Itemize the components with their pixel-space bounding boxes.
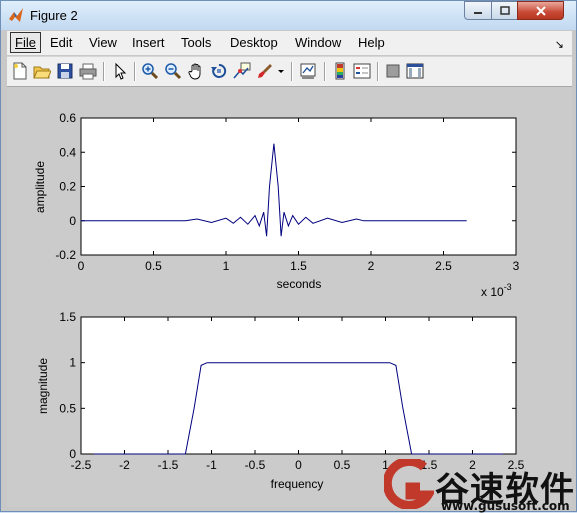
menu-insert[interactable]: Insert: [132, 35, 165, 50]
colorbar-icon[interactable]: [331, 62, 349, 80]
brush-icon[interactable]: [256, 62, 274, 80]
x-exponent-base: x 10: [481, 285, 504, 299]
plots-svg: 0 0.5 1 1.5 2 2.5 3-0.200.20.40.6 seconds ampl…: [33, 111, 525, 491]
menu-window[interactable]: Window: [295, 35, 341, 50]
x-tick-label: 2: [368, 259, 375, 273]
y-tick-label: 1.5: [59, 310, 76, 324]
y-tick-label: 0.5: [59, 401, 76, 415]
watermark-url: www.gususoft.com: [441, 499, 570, 513]
edit-plot-arrow-icon[interactable]: [111, 62, 129, 80]
brush-dropdown-icon[interactable]: [277, 62, 285, 80]
hide-plot-tools-icon[interactable]: [384, 62, 402, 80]
rotate-3d-icon[interactable]: [210, 62, 228, 80]
y-tick-label: 0: [69, 447, 76, 461]
x-tick-label: 3: [513, 259, 520, 273]
zoom-in-icon[interactable]: [141, 62, 159, 80]
menu-edit[interactable]: Edit: [50, 35, 72, 50]
x-tick-label: 0: [78, 259, 85, 273]
new-figure-icon[interactable]: [11, 62, 29, 80]
toolbar-separator: [324, 62, 326, 81]
y-tick-label: 0.2: [59, 180, 76, 194]
y-tick-label: 0.6: [59, 111, 76, 125]
menu-bar: File Edit View Insert Tools Desktop Wind…: [7, 31, 572, 55]
toolbar-separator: [291, 62, 293, 81]
x-tick-label: -1: [206, 458, 217, 472]
ylabel-bottom: magnitude: [36, 358, 50, 414]
title-bar[interactable]: Figure 2: [1, 1, 576, 30]
matlab-logo-icon: [9, 8, 23, 22]
x-tick-label: -1.5: [158, 458, 179, 472]
menu-view[interactable]: View: [89, 35, 117, 50]
y-tick-label: 1: [69, 356, 76, 370]
x-exponent-label: x 10-3: [481, 282, 512, 299]
x-tick-label: -0.5: [245, 458, 266, 472]
x-tick-label: 1: [223, 259, 230, 273]
open-file-icon[interactable]: [33, 62, 51, 80]
x-tick-label: 0: [295, 458, 302, 472]
toolbar-separator: [377, 62, 379, 81]
xlabel-top: seconds: [277, 277, 322, 291]
maximize-icon: [499, 6, 510, 15]
link-plot-icon[interactable]: [299, 62, 317, 80]
figure-window: Figure 2 File Edit View Insert Tools Des…: [0, 0, 577, 513]
show-plot-tools-icon[interactable]: [406, 62, 424, 80]
ylabel-top: amplitude: [33, 161, 47, 213]
figure-canvas: 0 0.5 1 1.5 2 2.5 3 -0.2 0 0.2 0.4 0.6 seconds ampl…: [7, 87, 572, 507]
menu-desktop[interactable]: Desktop: [230, 35, 278, 50]
pan-hand-icon[interactable]: [187, 62, 205, 80]
y-tick-label: 0: [69, 214, 76, 228]
x-tick-label: 0.5: [145, 259, 162, 273]
y-tick-label: -0.2: [55, 248, 76, 262]
menu-tools[interactable]: Tools: [181, 35, 211, 50]
axes-box-bottom[interactable]: [80, 316, 517, 455]
print-icon[interactable]: [79, 62, 97, 80]
minimize-button[interactable]: [464, 1, 492, 20]
subplot-time-domain: 0 0.5 1 1.5 2 2.5 3-0.200.20.40.6 seconds ampl…: [33, 111, 520, 299]
close-button[interactable]: [517, 1, 564, 20]
x-exponent-power: -3: [504, 282, 512, 292]
xlabel-bottom: frequency: [271, 477, 324, 491]
menu-help[interactable]: Help: [358, 35, 385, 50]
close-icon: [535, 5, 546, 16]
y-tick-label: 0.4: [59, 145, 76, 159]
x-tick-label: 1.5: [290, 259, 307, 273]
minimize-icon: [474, 11, 482, 14]
menu-file[interactable]: File: [10, 32, 41, 53]
save-icon[interactable]: [56, 62, 74, 80]
axes-box-top[interactable]: [80, 117, 517, 256]
watermark-logo-icon: [384, 459, 434, 509]
x-tick-label: 0.5: [334, 458, 351, 472]
maximize-button[interactable]: [491, 1, 518, 20]
window-title: Figure 2: [30, 8, 78, 23]
legend-icon[interactable]: [353, 62, 371, 80]
data-cursor-icon[interactable]: [233, 62, 251, 80]
x-tick-label: -2: [119, 458, 130, 472]
toolbar-separator: [103, 62, 105, 81]
dock-arrow-icon[interactable]: ↘: [555, 38, 564, 51]
zoom-out-icon[interactable]: [164, 62, 182, 80]
figure-toolbar: [7, 56, 572, 87]
x-tick-label: 2.5: [435, 259, 452, 273]
toolbar-separator: [134, 62, 136, 81]
